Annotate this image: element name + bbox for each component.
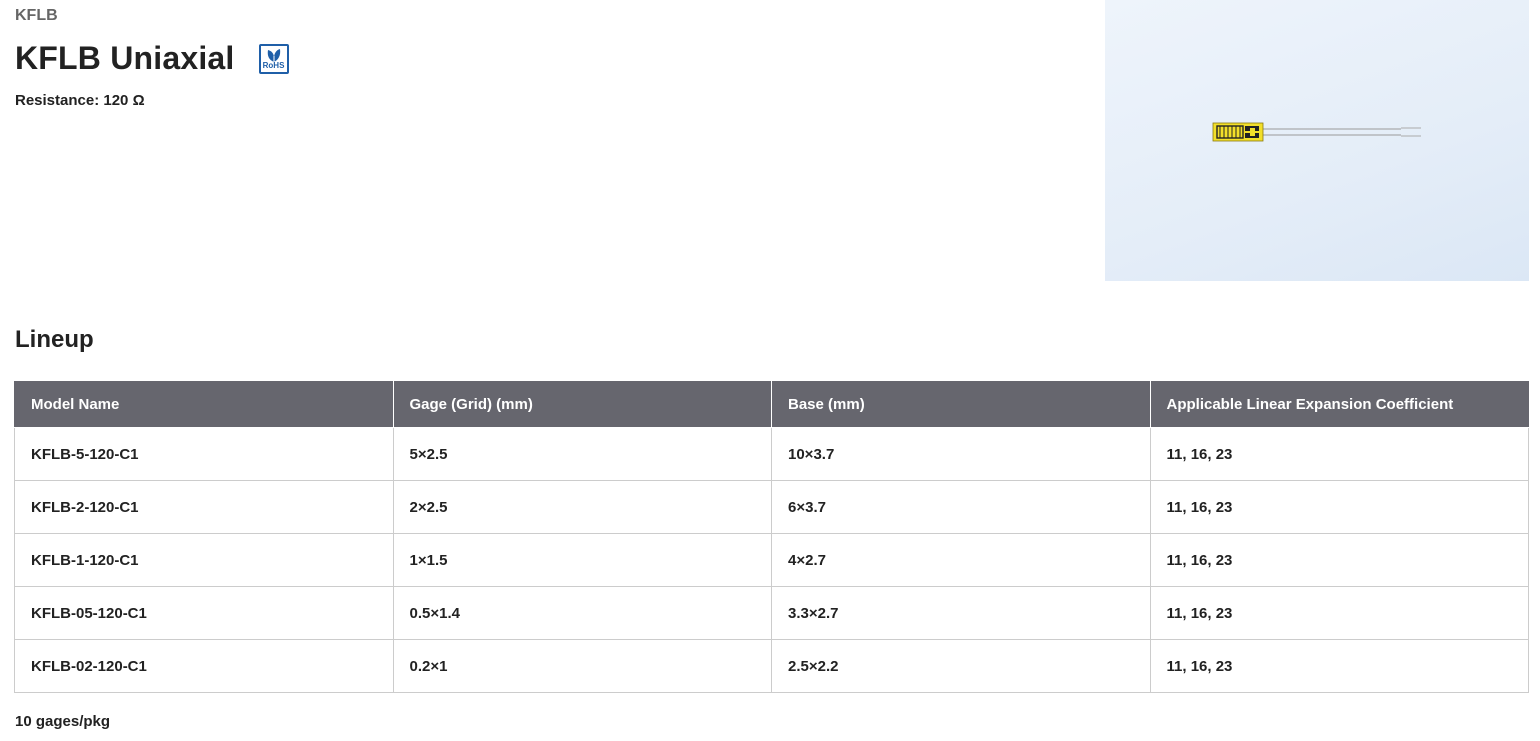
page-title: KFLB Uniaxial [15,40,235,76]
product-page: KFLB KFLB Uniaxial RoHS Resistance: 120 … [0,0,1540,741]
cell-gage: 0.2×1 [392,639,772,693]
table-row: KFLB-2-120-C1 2×2.5 6×3.7 11, 16, 23 [14,480,1529,534]
column-header-gage: Gage (Grid) (mm) [392,381,772,428]
cell-base: 6×3.7 [771,480,1151,534]
cell-coefficient: 11, 16, 23 [1149,480,1529,534]
rohs-badge: RoHS [258,43,289,74]
table-row: KFLB-05-120-C1 0.5×1.4 3.3×2.7 11, 16, 2… [14,586,1529,640]
cell-model: KFLB-05-120-C1 [14,586,394,640]
cell-gage: 2×2.5 [392,480,772,534]
cell-base: 10×3.7 [771,427,1151,481]
strain-gage-illustration [1212,122,1421,142]
cell-model: KFLB-2-120-C1 [14,480,394,534]
cell-model: KFLB-02-120-C1 [14,639,394,693]
cell-coefficient: 11, 16, 23 [1149,586,1529,640]
cell-gage: 0.5×1.4 [392,586,772,640]
cell-coefficient: 11, 16, 23 [1149,533,1529,587]
cell-base: 4×2.7 [771,533,1151,587]
cell-gage: 5×2.5 [392,427,772,481]
breadcrumb[interactable]: KFLB [15,7,58,25]
cell-base: 2.5×2.2 [771,639,1151,693]
column-header-model: Model Name [14,381,394,428]
table-row: KFLB-5-120-C1 5×2.5 10×3.7 11, 16, 23 [14,427,1529,481]
cell-model: KFLB-1-120-C1 [14,533,394,587]
cell-coefficient: 11, 16, 23 [1149,639,1529,693]
product-image [1105,0,1529,281]
table-row: KFLB-02-120-C1 0.2×1 2.5×2.2 11, 16, 23 [14,639,1529,693]
cell-model: KFLB-5-120-C1 [14,427,394,481]
cell-base: 3.3×2.7 [771,586,1151,640]
cell-coefficient: 11, 16, 23 [1149,427,1529,481]
rohs-label: RoHS [262,60,285,70]
cell-gage: 1×1.5 [392,533,772,587]
package-note: 10 gages/pkg [15,713,111,730]
column-header-coefficient: Applicable Linear Expansion Coefficient [1149,381,1529,428]
table-row: KFLB-1-120-C1 1×1.5 4×2.7 11, 16, 23 [14,533,1529,587]
table-header-row: Model Name Gage (Grid) (mm) Base (mm) Ap… [14,381,1529,428]
title-row: KFLB Uniaxial RoHS [15,40,289,77]
resistance-spec: Resistance: 120 Ω [15,92,145,109]
lineup-heading: Lineup [15,326,94,353]
column-header-base: Base (mm) [771,381,1151,428]
lineup-table: Model Name Gage (Grid) (mm) Base (mm) Ap… [14,381,1529,693]
